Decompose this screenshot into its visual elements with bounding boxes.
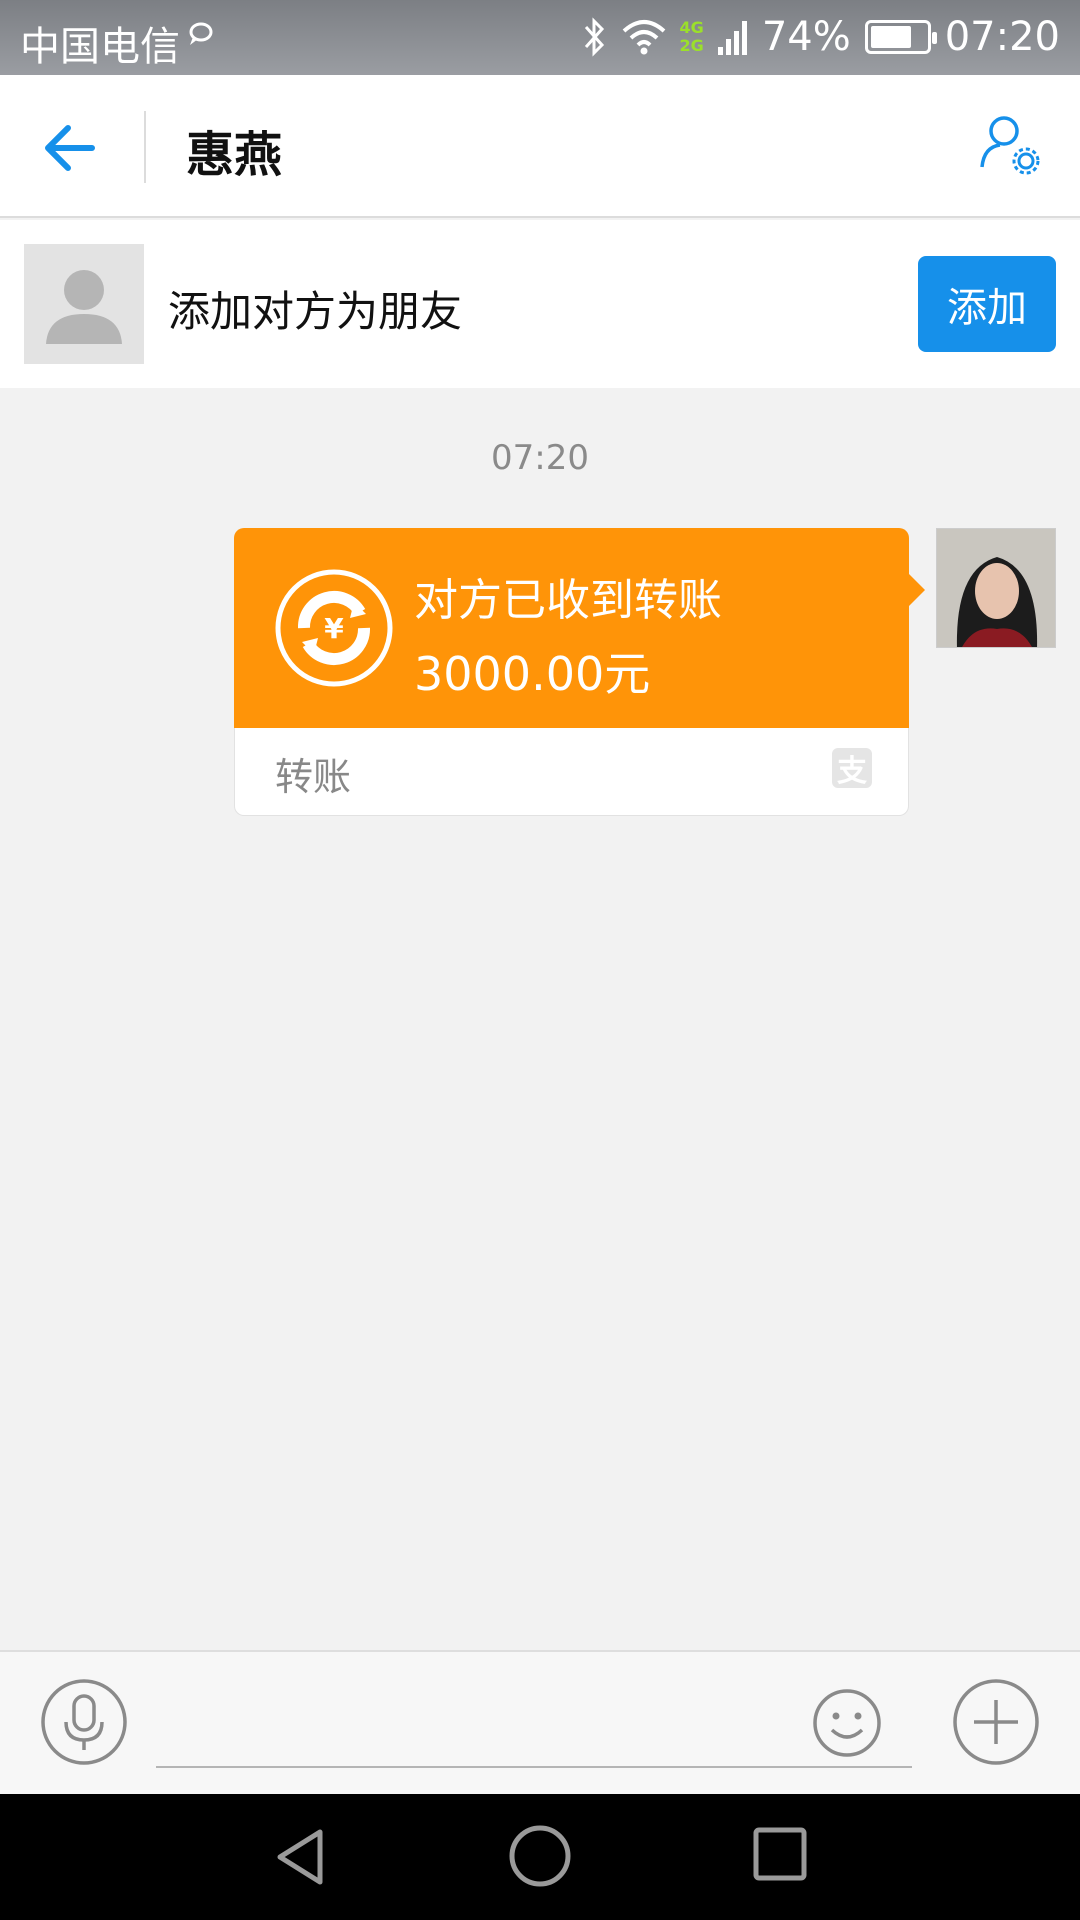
battery-percent: 74% bbox=[761, 14, 851, 60]
status-icons: 4G 2G 74% 07:20 bbox=[580, 14, 1060, 60]
add-friend-text: 添加对方为朋友 bbox=[168, 287, 463, 336]
transfer-status: 对方已收到转账 bbox=[414, 575, 722, 626]
nav-recent-apps-icon[interactable] bbox=[752, 1826, 808, 1882]
status-time: 07:20 bbox=[944, 14, 1060, 60]
default-avatar bbox=[24, 244, 144, 364]
nav-home-icon[interactable] bbox=[508, 1824, 572, 1888]
add-friend-button[interactable]: 添加 bbox=[918, 256, 1056, 352]
sender-avatar[interactable] bbox=[936, 528, 1056, 648]
sender-photo bbox=[937, 529, 1055, 647]
person-placeholder-icon bbox=[46, 270, 122, 344]
title-divider bbox=[144, 111, 146, 183]
transfer-card-header: ¥ 对方已收到转账 3000.00元 bbox=[234, 528, 909, 728]
transfer-message-card[interactable]: ¥ 对方已收到转账 3000.00元 转账 支 bbox=[234, 528, 925, 816]
yuan-transfer-icon: ¥ bbox=[275, 569, 393, 687]
transfer-type-label: 转账 bbox=[275, 755, 352, 799]
chat-bubble-icon bbox=[189, 22, 213, 45]
message-input[interactable] bbox=[156, 1678, 912, 1768]
person-settings-icon[interactable] bbox=[978, 113, 1044, 179]
status-bar: 中国电信 4G 2G 74% 07:20 bbox=[0, 0, 1080, 75]
alipay-icon: 支 bbox=[832, 748, 872, 789]
network-2g-label: 2G bbox=[679, 36, 704, 55]
battery-icon bbox=[864, 20, 937, 54]
plus-circle-icon[interactable] bbox=[952, 1678, 1040, 1766]
input-bar bbox=[0, 1650, 1080, 1794]
signal-icon bbox=[717, 21, 747, 55]
network-type: 4G 2G bbox=[680, 19, 704, 55]
nav-back-icon[interactable] bbox=[270, 1826, 330, 1888]
carrier-label: 中国电信 bbox=[20, 24, 180, 70]
battery-fill bbox=[870, 26, 911, 48]
arrow-left-icon[interactable] bbox=[40, 120, 100, 176]
transfer-amount: 3000.00元 bbox=[414, 647, 651, 701]
system-nav-bar bbox=[0, 1794, 1080, 1920]
wifi-icon bbox=[622, 20, 665, 55]
network-4g-label: 4G bbox=[679, 18, 704, 37]
message-timestamp: 07:20 bbox=[491, 438, 589, 478]
transfer-card-footer: 转账 支 bbox=[234, 728, 909, 816]
title-bar: 惠燕 bbox=[0, 75, 1080, 218]
page-title: 惠燕 bbox=[186, 127, 283, 183]
microphone-icon[interactable] bbox=[40, 1678, 128, 1766]
smiley-icon[interactable] bbox=[812, 1688, 882, 1758]
bubble-tail bbox=[909, 574, 925, 606]
add-friend-banner: 添加对方为朋友 添加 bbox=[0, 220, 1080, 388]
chat-area[interactable]: 07:20 ¥ 对方已收到转账 3000.00元 转账 支 bbox=[0, 388, 1080, 1650]
bluetooth-icon bbox=[584, 17, 604, 57]
svg-text:¥: ¥ bbox=[324, 612, 344, 645]
